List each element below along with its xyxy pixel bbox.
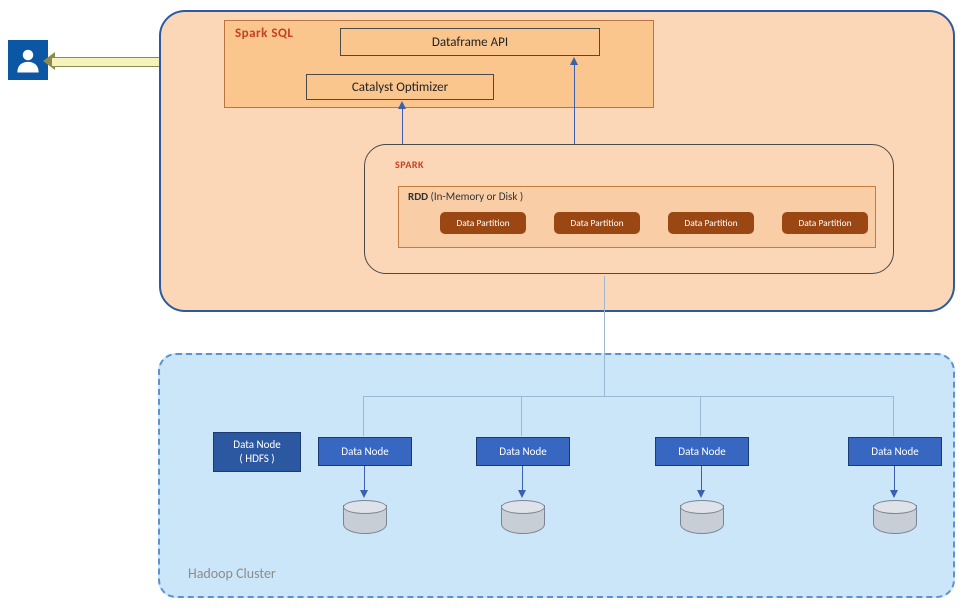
- rdd-label: RDD (In-Memory or Disk ): [408, 190, 523, 203]
- hadoop-fanout-branch: [700, 396, 701, 436]
- data-node-label: Data Node: [678, 445, 725, 458]
- hadoop-fanout-branch: [363, 396, 364, 436]
- hadoop-fanout-stem: [604, 353, 605, 396]
- data-node-box: Data Node: [476, 437, 570, 466]
- data-partition-label: Data Partition: [570, 217, 623, 229]
- dataframe-api-box: Dataframe API: [340, 28, 600, 56]
- data-node-label: Data Node: [499, 445, 546, 458]
- data-partition-label: Data Partition: [798, 217, 851, 229]
- data-node-hdfs-label-box: Data Node ( HDFS ): [213, 432, 301, 472]
- person-icon: [13, 45, 43, 75]
- dataframe-api-label: Dataframe API: [432, 35, 508, 50]
- hadoop-cluster-box: [158, 353, 955, 598]
- hadoop-fanout-branch: [521, 396, 522, 436]
- data-partition: Data Partition: [782, 212, 868, 234]
- disk-icon: [343, 500, 385, 534]
- disk-icon: [680, 500, 722, 534]
- spark-engine-title: SPARK: [395, 158, 424, 171]
- data-partition-label: Data Partition: [456, 217, 509, 229]
- data-partition: Data Partition: [668, 212, 754, 234]
- hadoop-fanout-branch: [893, 396, 894, 436]
- disk-icon: [873, 500, 915, 534]
- data-node-label: Data Node: [341, 445, 388, 458]
- disk-icon: [501, 500, 543, 534]
- data-node-hdfs-label: Data Node ( HDFS ): [233, 438, 280, 467]
- spark-sql-title: Spark SQL: [235, 26, 293, 41]
- data-node-box: Data Node: [655, 437, 749, 466]
- data-partition: Data Partition: [440, 212, 526, 234]
- rdd-label-strong: RDD: [408, 190, 428, 203]
- data-node-box: Data Node: [848, 437, 942, 466]
- hadoop-cluster-title: Hadoop Cluster: [188, 565, 276, 582]
- data-node-box: Data Node: [318, 437, 412, 466]
- data-partition-label: Data Partition: [684, 217, 737, 229]
- data-partition: Data Partition: [554, 212, 640, 234]
- rdd-label-rest: (In-Memory or Disk ): [428, 190, 523, 203]
- catalyst-optimizer-label: Catalyst Optimizer: [352, 80, 448, 95]
- architecture-diagram: Spark SQL Dataframe API Catalyst Optimiz…: [0, 0, 970, 613]
- data-node-label: Data Node: [871, 445, 918, 458]
- hadoop-fanout-horizontal: [363, 396, 893, 397]
- user-icon: [8, 40, 48, 80]
- catalyst-optimizer-box: Catalyst Optimizer: [306, 74, 494, 100]
